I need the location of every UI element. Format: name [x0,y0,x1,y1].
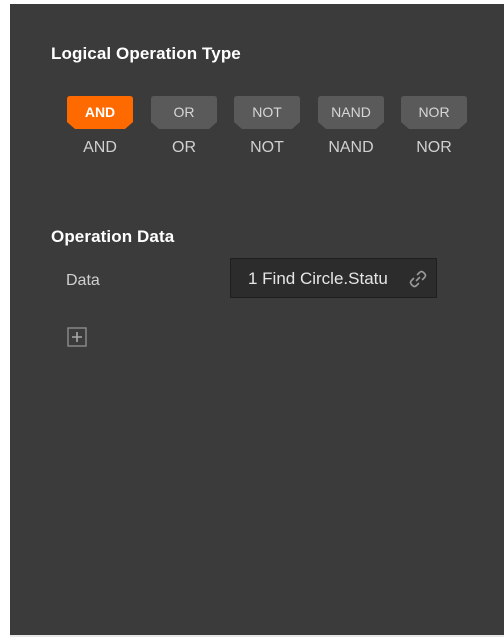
op-and-badge[interactable]: AND [67,96,133,132]
op-not-badge[interactable]: NOT [234,96,300,132]
op-or-badge-label: OR [173,104,195,120]
op-nand-badge[interactable]: NAND [318,96,384,132]
op-nor-badge-label: NOR [418,104,450,120]
data-source-value: 1 Find Circle.Statu [248,269,388,288]
op-nand-badge-label: NAND [331,104,371,120]
op-not-option[interactable]: NOT NOT [234,96,300,162]
link-icon[interactable] [408,269,428,289]
op-nor-option[interactable]: NOR NOR [401,96,467,162]
op-nand-option[interactable]: NAND NAND [318,96,384,162]
add-data-button[interactable] [67,327,87,347]
op-or-option[interactable]: OR OR [151,96,217,162]
data-source-field[interactable]: 1 Find Circle.Statu [230,258,437,298]
op-or-badge[interactable]: OR [151,96,217,132]
plus-square-icon [67,327,87,351]
operation-data-title: Operation Data [51,227,175,246]
op-not-badge-label: NOT [252,104,282,120]
op-nor-caption: NOR [416,139,452,156]
properties-panel: Logical Operation Type AND AND OR OR NOT… [10,4,504,637]
data-row-label: Data [66,272,100,289]
op-and-badge-label: AND [84,104,116,120]
logical-operation-type-title: Logical Operation Type [51,44,241,63]
op-and-option[interactable]: AND AND [67,96,133,162]
op-nand-caption: NAND [328,139,374,156]
op-nor-badge[interactable]: NOR [401,96,467,132]
op-or-caption: OR [172,139,196,156]
op-not-caption: NOT [250,139,284,156]
op-and-caption: AND [83,139,117,156]
